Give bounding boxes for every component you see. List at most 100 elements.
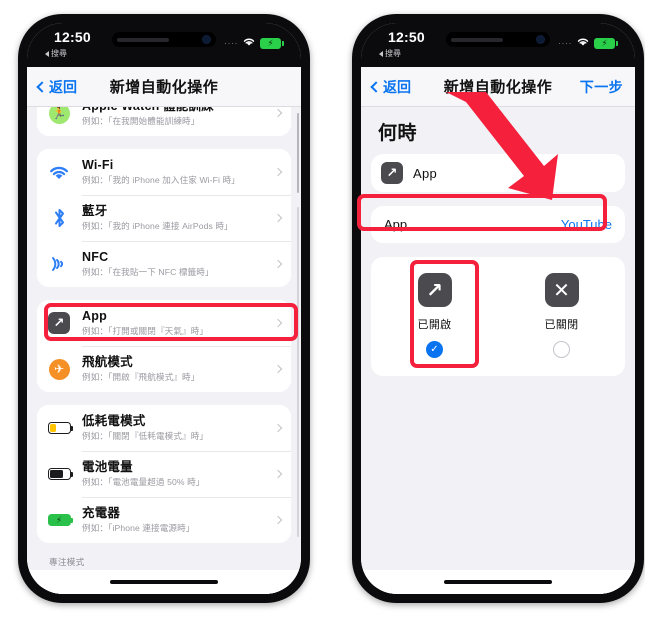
- row-title: 充電器: [82, 505, 121, 520]
- battery-charging-icon: ⚡: [260, 37, 284, 49]
- row-subtitle: 例如：「開啟『飛航模式』時」: [82, 372, 200, 383]
- list-item-charger[interactable]: ⚡ 充電器 例如：「iPhone 連接電源時」: [37, 497, 291, 543]
- section-heading-when: 何時: [378, 123, 418, 144]
- chevron-right-icon: [273, 259, 283, 269]
- radio-selected-icon[interactable]: ✓: [426, 341, 443, 358]
- left-content-scroll[interactable]: 🏃 Apple Watch 體能訓練 例如：「在我開始體能訓練時」: [27, 107, 301, 594]
- list-item-battery-level[interactable]: 電池電量 例如：「電池電量超過 50% 時」: [37, 451, 291, 497]
- back-hint-label: 搜尋: [385, 49, 401, 58]
- vertical-scrollbar[interactable]: [296, 113, 299, 193]
- running-person-icon: 🏃: [46, 107, 72, 126]
- dynamic-island: [112, 32, 216, 47]
- bluetooth-icon: [46, 205, 72, 231]
- status-indicators: ···· ⚡: [558, 34, 618, 52]
- list-group-app: ↗ App 例如：「打開或關閉『天氣』時」 ✈ 飛航模式 例如：「開啟『飛航模式…: [37, 300, 291, 392]
- row-subtitle: 例如：「我的 iPhone 加入住家 Wi-Fi 時」: [82, 175, 240, 186]
- back-button-label: 返回: [49, 78, 77, 95]
- choice-opened-label: 已開啟: [417, 319, 452, 331]
- right-content: 何時 ↗ App App YouTube ↗ 已開啟 ✓ ✕ 已關閉: [361, 107, 635, 594]
- chevron-right-icon: [273, 213, 283, 223]
- left-phone-screen: 12:50 搜尋 ···· ⚡ 返回 新增自動化操作 🏃 例如：「在我開始體能訓…: [27, 23, 301, 594]
- low-power-battery-icon: [46, 415, 73, 441]
- trigger-app-label: App: [413, 165, 438, 181]
- list-item-app[interactable]: ↗ App 例如：「打開或關閉『天氣』時」: [37, 300, 291, 346]
- row-subtitle: 例如：「在我開始體能訓練時」: [82, 116, 200, 127]
- list-item-airplane-mode[interactable]: ✈ 飛航模式 例如：「開啟『飛航模式』時」: [37, 346, 291, 392]
- list-group-power: 低耗電模式 例如：「關閉『低耗電模式』時」 電池電量 例如：「電池電量超過 50…: [37, 405, 291, 543]
- row-title: Apple Watch 體能訓練: [82, 107, 269, 114]
- right-phone-screen: 12:50 搜尋 ···· ⚡ 返回 新增自動化操作 下一步 何時 ↗ App …: [361, 23, 635, 594]
- radio-unselected-icon[interactable]: [553, 341, 570, 358]
- row-subtitle: 例如：「在我貼一下 NFC 標籤時」: [82, 267, 214, 278]
- list-item-bluetooth[interactable]: 藍牙 例如：「我的 iPhone 連接 AirPods 時」: [37, 195, 291, 241]
- app-arrow-icon: ↗: [381, 162, 403, 184]
- app-arrow-icon: ↗: [46, 310, 72, 336]
- row-title: NFC: [82, 249, 109, 264]
- row-text: 飛航模式 例如：「開啟『飛航模式』時」: [82, 355, 269, 384]
- row-subtitle: 例如：「iPhone 連接電源時」: [82, 523, 195, 534]
- signal-dots: ····: [224, 38, 238, 48]
- bolt-glyph: ⚡: [267, 37, 274, 48]
- list-group-connectivity: Wi-Fi 例如：「我的 iPhone 加入住家 Wi-Fi 時」 藍牙 例如：…: [37, 149, 291, 287]
- row-text: 藍牙 例如：「我的 iPhone 連接 AirPods 時」: [82, 204, 269, 233]
- list-item-wifi[interactable]: Wi-Fi 例如：「我的 iPhone 加入住家 Wi-Fi 時」: [37, 149, 291, 195]
- choice-closed-label: 已關閉: [544, 319, 579, 331]
- status-back-hint[interactable]: 搜尋: [379, 48, 401, 59]
- home-indicator[interactable]: [110, 580, 218, 584]
- row-title: Wi-Fi: [82, 157, 114, 172]
- row-text: 電池電量 例如：「電池電量超過 50% 時」: [82, 460, 269, 489]
- front-camera-icon: [536, 35, 545, 44]
- back-button[interactable]: 返回: [370, 77, 411, 97]
- back-button[interactable]: 返回: [36, 77, 77, 97]
- wifi-icon: [242, 34, 256, 52]
- row-text: 充電器 例如：「iPhone 連接電源時」: [82, 506, 269, 535]
- left-status-bar: 12:50 搜尋 ···· ⚡: [27, 23, 301, 67]
- row-text: NFC 例如：「在我貼一下 NFC 標籤時」: [82, 250, 269, 279]
- row-title: 低耗電模式: [82, 413, 146, 428]
- choice-closed[interactable]: ✕ 已關閉: [498, 273, 625, 358]
- chevron-right-icon: [273, 423, 283, 433]
- app-selection-value[interactable]: YouTube: [561, 217, 612, 232]
- back-button-label: 返回: [383, 78, 411, 95]
- row-subtitle: 例如：「打開或關閉『天氣』時」: [82, 326, 209, 337]
- chevron-right-icon: [273, 469, 283, 479]
- wifi-icon: [576, 34, 590, 52]
- app-selection-label: App: [384, 217, 408, 232]
- list-item-low-power-mode[interactable]: 低耗電模式 例如：「關閉『低耗電模式』時」: [37, 405, 291, 451]
- earpiece-speaker: [451, 37, 503, 42]
- list-item-apple-watch-workout[interactable]: 🏃 Apple Watch 體能訓練 例如：「在我開始體能訓練時」: [37, 107, 291, 136]
- app-arrow-icon: ↗: [417, 273, 452, 307]
- airplane-icon: ✈: [46, 356, 72, 382]
- home-indicator[interactable]: [444, 580, 552, 584]
- signal-dots: ····: [558, 38, 572, 48]
- next-button[interactable]: 下一步: [580, 77, 623, 97]
- right-nav-bar: 返回 新增自動化操作 下一步: [361, 67, 635, 107]
- earpiece-speaker: [117, 37, 169, 42]
- nfc-icon: [46, 251, 72, 277]
- app-selection-row[interactable]: App YouTube: [371, 206, 625, 243]
- chevron-right-icon: [273, 515, 283, 525]
- chevron-left-icon: [36, 80, 48, 93]
- back-hint-label: 搜尋: [51, 49, 67, 58]
- row-text: Apple Watch 體能訓練 例如：「在我開始體能訓練時」: [82, 107, 269, 127]
- right-phone: 12:50 搜尋 ···· ⚡ 返回 新增自動化操作 下一步 何時 ↗ App …: [352, 14, 644, 603]
- row-text: 低耗電模式 例如：「關閉『低耗電模式』時」: [82, 414, 269, 443]
- row-subtitle: 例如：「關閉『低耗電模式』時」: [82, 431, 209, 442]
- trigger-app-pill[interactable]: ↗ App: [371, 154, 625, 192]
- battery-charging-icon: ⚡: [594, 37, 618, 49]
- row-subtitle: 例如：「電池電量超過 50% 時」: [82, 477, 205, 488]
- vertical-scrollbar-track[interactable]: [296, 207, 299, 537]
- row-text: App 例如：「打開或關閉『天氣』時」: [82, 309, 269, 338]
- chevron-right-icon: [273, 364, 283, 374]
- dynamic-island: [446, 32, 550, 47]
- row-title: 飛航模式: [82, 354, 133, 369]
- choice-opened[interactable]: ↗ 已開啟 ✓: [371, 273, 498, 358]
- front-camera-icon: [202, 35, 211, 44]
- status-back-hint[interactable]: 搜尋: [45, 48, 67, 59]
- row-title: 藍牙: [82, 203, 108, 218]
- open-close-choice-card: ↗ 已開啟 ✓ ✕ 已關閉: [371, 257, 625, 376]
- chevron-left-icon: [370, 80, 382, 93]
- list-item-nfc[interactable]: NFC 例如：「在我貼一下 NFC 標籤時」: [37, 241, 291, 287]
- status-time: 12:50: [388, 29, 425, 45]
- chevron-right-icon: [273, 318, 283, 328]
